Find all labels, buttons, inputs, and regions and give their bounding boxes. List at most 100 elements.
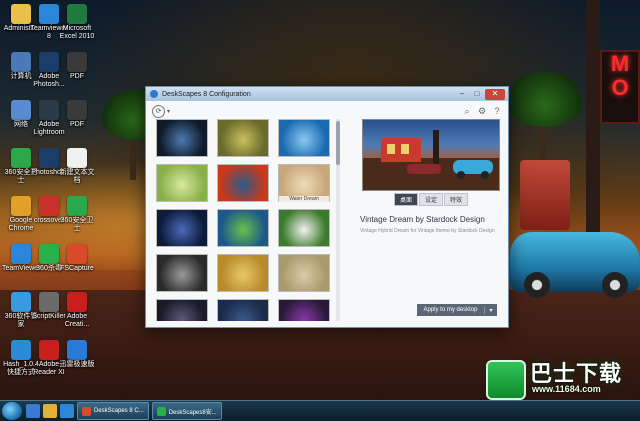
crossover-icon [39, 196, 59, 216]
wallpaper-thumbnail[interactable]: Water Dream [278, 164, 330, 202]
excel-icon [67, 4, 87, 24]
explorer-icon[interactable] [43, 404, 57, 418]
wallpaper-thumbnail[interactable] [278, 254, 330, 292]
wallpaper-preview [362, 119, 500, 191]
desktop-icon-label: 新建文本文档 [59, 169, 95, 184]
lightroom-icon [39, 100, 59, 120]
config-tabs: 桌面 设定 特效 [394, 193, 469, 206]
desktop-icon-label: PDF [70, 121, 84, 128]
thumbnail-scrollbar[interactable] [336, 119, 340, 321]
gear-icon[interactable]: ⚙ [477, 106, 487, 116]
desktop-icon[interactable]: 360安全卫士 [58, 196, 96, 233]
deskscapes-app-icon [150, 90, 158, 98]
360-icon [67, 196, 87, 216]
360-icon [11, 148, 31, 168]
wallpaper-thumbnail[interactable] [156, 209, 208, 247]
wallpaper-thumbnail[interactable] [156, 164, 208, 202]
close-button[interactable]: ✕ [485, 88, 505, 100]
dialog-toolbar: ⟳ ▾ ⌕ ⚙ ? [146, 101, 508, 121]
desktop-icon[interactable]: FSCapture [58, 244, 96, 273]
app-icon [82, 406, 91, 416]
pdf-icon [67, 100, 87, 120]
wallpaper-thumbnail[interactable] [217, 254, 269, 292]
teamviewer-icon [39, 4, 59, 24]
desktop-icon-label: 迅雷极速版 [59, 361, 95, 368]
sign-pole [586, 0, 600, 235]
wallpaper-thumbnail[interactable] [278, 299, 330, 321]
taskbar-window-button[interactable]: DeskScapes 8 C... [77, 402, 149, 420]
desktop-icon[interactable]: PDF [58, 100, 96, 129]
media-icon[interactable] [60, 404, 74, 418]
desktop-icon[interactable]: 新建文本文档 [58, 148, 96, 185]
window-titlebar[interactable]: DeskScapes 8 Configuration – □ ✕ [146, 87, 508, 101]
neon-sign: MO [600, 50, 640, 124]
360-soft-icon [11, 292, 31, 312]
theme-title: Vintage Dream by Stardock Design [360, 215, 485, 224]
taskbar-button-label: DeskScapes 8 C... [94, 408, 144, 414]
car-wheel [524, 272, 550, 298]
wallpaper-thumbnail[interactable] [217, 119, 269, 157]
theme-description: Vintage Hybrid Dream for Vintage theme b… [360, 228, 495, 234]
wallpaper-thumbnail[interactable] [217, 209, 269, 247]
pdf-icon [67, 52, 87, 72]
desktop-icon[interactable]: PDF [58, 52, 96, 81]
thunder-icon [67, 340, 87, 360]
wallpaper-thumbnail[interactable] [278, 119, 330, 157]
reader-icon [39, 340, 59, 360]
tab-1[interactable]: 设定 [419, 193, 444, 206]
desktop-icon-label: FSCapture [60, 265, 94, 272]
car-wheel [602, 272, 628, 298]
red-booth [520, 160, 570, 230]
wallpaper-thumbnail[interactable] [217, 164, 269, 202]
help-icon[interactable]: ? [492, 106, 502, 116]
desktop-icon-label: 360安全卫士 [60, 217, 94, 232]
window-title: DeskScapes 8 Configuration [162, 90, 251, 98]
search-icon[interactable]: ⌕ [462, 106, 472, 116]
maximize-button[interactable]: □ [470, 89, 484, 100]
vintage-car [510, 232, 640, 298]
hash-icon [11, 340, 31, 360]
wallpaper-thumbnail[interactable] [156, 119, 208, 157]
script-icon [39, 292, 59, 312]
taskbar-buttons: DeskScapes 8 C... DeskScapes8安... [77, 402, 225, 420]
tab-0[interactable]: 桌面 [394, 193, 419, 206]
desktop-icon-label: 网络 [14, 121, 28, 128]
apply-label: Apply to my desktop [423, 307, 478, 313]
360-antivirus-icon [39, 244, 59, 264]
deskscapes-window: DeskScapes 8 Configuration – □ ✕ ⟳ ▾ ⌕ ⚙… [145, 86, 509, 328]
tab-2[interactable]: 特效 [444, 193, 469, 206]
taskbar-button-label: DeskScapes8安... [168, 409, 217, 416]
taskbar-window-button[interactable]: DeskScapes8安... [151, 402, 222, 420]
teamviewer-icon [11, 244, 31, 264]
fscapture-icon [67, 244, 87, 264]
desktop-icon[interactable]: 迅雷极速版 [58, 340, 96, 369]
desktop-icon[interactable]: Microsoft Excel 2010 [58, 4, 96, 41]
site-watermark: 巴士下载 www.11684.com [486, 356, 638, 400]
wallpaper-thumbnail[interactable] [217, 299, 269, 321]
wallpaper-thumbnail-grid: Water Dream [156, 119, 336, 321]
folder-user-icon [11, 4, 31, 24]
ie-icon[interactable] [26, 404, 40, 418]
wallpaper-thumbnail[interactable] [278, 209, 330, 247]
thumbnail-caption: Water Dream [279, 196, 329, 202]
desktop-icon[interactable]: Adobe Creati... [58, 292, 96, 329]
apply-dropdown-icon[interactable]: ▾ [484, 306, 497, 314]
adobe-cc-icon [67, 292, 87, 312]
desktop-icon-label: Microsoft Excel 2010 [59, 25, 95, 40]
wallpaper-thumbnail[interactable] [156, 254, 208, 292]
apply-to-desktop-button[interactable]: Apply to my desktop ▾ [417, 304, 497, 316]
stardock-logo-icon[interactable]: ⟳ [152, 104, 165, 118]
photoshop-icon [39, 52, 59, 72]
minimize-button[interactable]: – [455, 89, 469, 100]
text-file-icon [67, 148, 87, 168]
app-icon [156, 406, 166, 416]
desktop-icon-label: Adobe Creati... [64, 313, 90, 328]
chevron-down-icon[interactable]: ▾ [167, 108, 170, 115]
chrome-icon [11, 196, 31, 216]
desktop-icon-label: 计算机 [10, 73, 32, 80]
start-button[interactable] [2, 402, 22, 420]
scrollbar-thumb[interactable] [336, 121, 340, 165]
wallpaper-thumbnail[interactable] [156, 299, 208, 321]
preview-scene [363, 130, 499, 190]
palm-tree [505, 72, 585, 127]
